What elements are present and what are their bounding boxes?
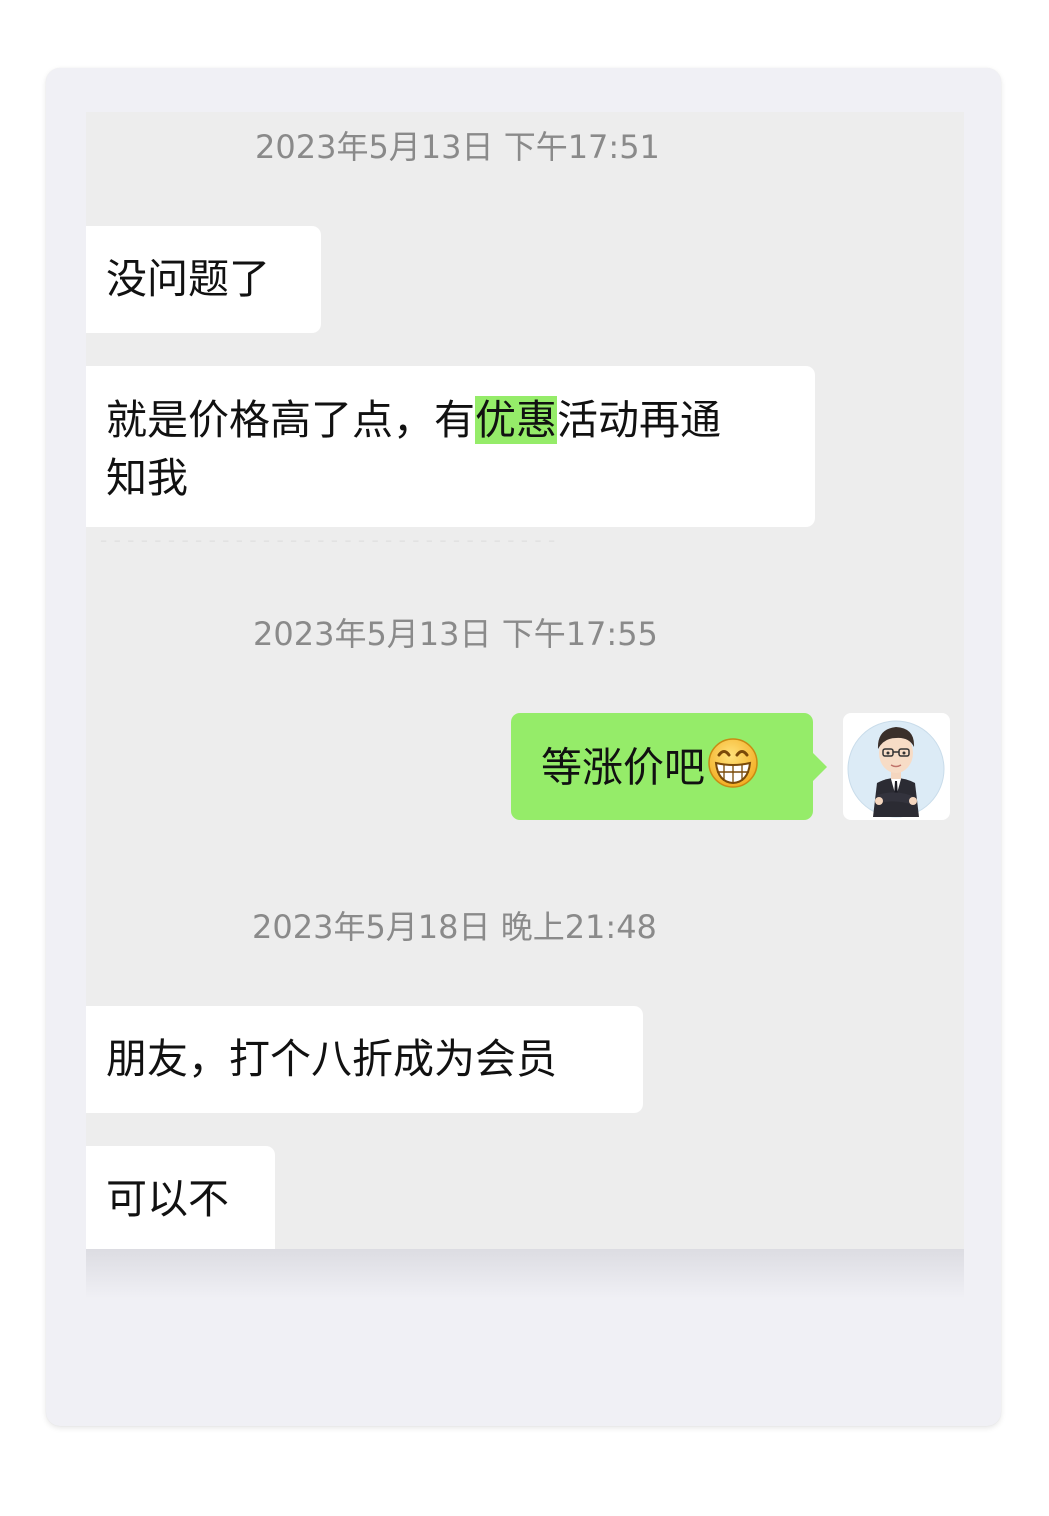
timestamp: 2023年5月13日 下午17:55 [253, 615, 658, 653]
highlighted-text: 优惠 [475, 396, 557, 444]
message-bubble-incoming[interactable]: 朋友，打个八折成为会员 [86, 1006, 643, 1113]
message-bubble-incoming[interactable]: 就是价格高了点，有优惠活动再通 知我 [86, 366, 815, 527]
avatar[interactable] [843, 713, 950, 820]
message-text: 可以不 [106, 1175, 229, 1223]
grin-emoji-icon [707, 737, 759, 804]
avatar-cartoon-man-icon [847, 720, 945, 818]
message-text: 没问题了 [106, 255, 270, 303]
faint-text-artifact: - - - - - - - - - - - - - - - - - - - - … [100, 528, 556, 552]
message-text: 等涨价吧 [541, 743, 705, 792]
message-line: 就是价格高了点，有优惠活动再通 [106, 391, 795, 449]
message-text: 朋友，打个八折成为会员 [106, 1035, 557, 1083]
message-bubble-incoming[interactable]: 没问题了 [86, 226, 321, 333]
card-shadow [86, 1249, 964, 1299]
message-text: 活动再通 [557, 396, 721, 444]
message-bubble-incoming[interactable]: 可以不 [86, 1146, 275, 1249]
message-bubble-outgoing[interactable]: 等涨价吧 [511, 713, 827, 820]
message-line: 知我 [106, 454, 188, 502]
timestamp: 2023年5月18日 晚上21:48 [252, 908, 657, 946]
timestamp: 2023年5月13日 下午17:51 [255, 128, 660, 166]
message-text: 就是价格高了点，有 [106, 396, 475, 444]
